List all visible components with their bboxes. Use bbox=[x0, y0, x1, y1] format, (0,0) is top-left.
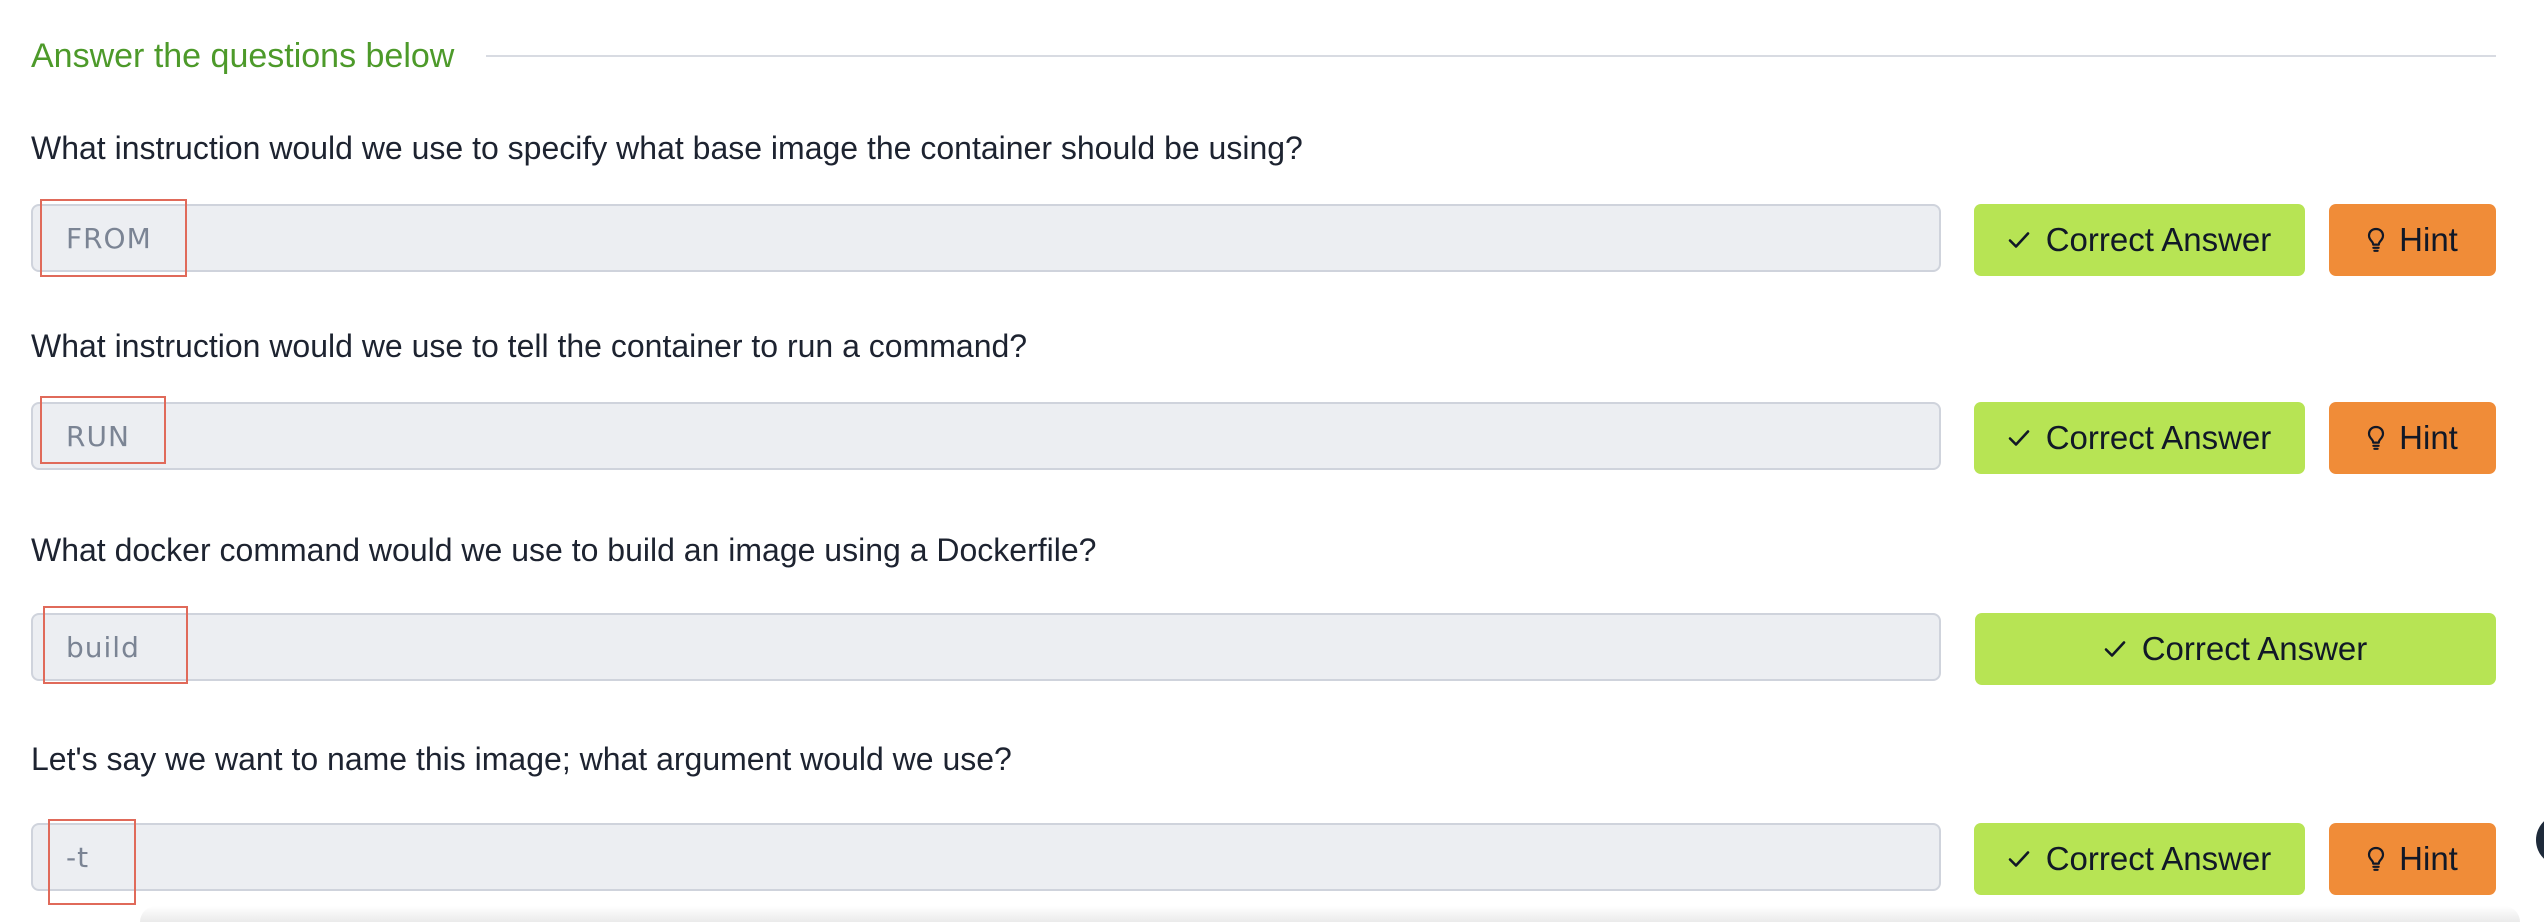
question-1: What instruction would we use to specify… bbox=[31, 126, 2496, 170]
question-text: What instruction would we use to specify… bbox=[31, 130, 1303, 166]
answer-row-1: Correct Answer Hint bbox=[31, 199, 2496, 277]
question-3: What docker command would we use to buil… bbox=[31, 528, 2496, 572]
question-4: Let's say we want to name this image; wh… bbox=[31, 737, 2496, 781]
hint-button[interactable]: Hint bbox=[2329, 823, 2496, 895]
question-text: What docker command would we use to buil… bbox=[31, 532, 1097, 568]
hint-label: Hint bbox=[2399, 221, 2458, 258]
correct-answer-button[interactable]: Correct Answer bbox=[1974, 823, 2305, 895]
correct-answer-label: Correct Answer bbox=[2141, 630, 2368, 667]
check-icon bbox=[2008, 850, 2030, 868]
lightbulb-icon bbox=[2367, 227, 2385, 253]
correct-answer-label: Correct Answer bbox=[2045, 221, 2272, 258]
answer-row-3: Correct Answer bbox=[31, 606, 2496, 685]
answer-row-4: Correct Answer Hint bbox=[31, 819, 2496, 905]
check-icon bbox=[2104, 640, 2126, 658]
lightbulb-icon bbox=[2367, 846, 2385, 872]
answer-input[interactable] bbox=[31, 613, 1941, 681]
question-2: What instruction would we use to tell th… bbox=[31, 324, 2496, 368]
answer-input[interactable] bbox=[31, 402, 1941, 470]
correct-answer-label: Correct Answer bbox=[2045, 419, 2272, 456]
question-text: Let's say we want to name this image; wh… bbox=[31, 741, 1012, 777]
answer-input[interactable] bbox=[31, 823, 1941, 891]
floating-action-button[interactable] bbox=[2536, 814, 2544, 866]
hint-label: Hint bbox=[2399, 419, 2458, 456]
lightbulb-icon bbox=[2367, 425, 2385, 451]
check-icon bbox=[2008, 231, 2030, 249]
question-text: What instruction would we use to tell th… bbox=[31, 328, 1028, 364]
correct-answer-button[interactable]: Correct Answer bbox=[1974, 204, 2305, 276]
check-icon bbox=[2008, 429, 2030, 447]
correct-answer-button[interactable]: Correct Answer bbox=[1974, 402, 2305, 474]
bottom-panel-shadow bbox=[140, 906, 2520, 922]
hint-button[interactable]: Hint bbox=[2329, 204, 2496, 276]
section-divider bbox=[486, 55, 2496, 57]
correct-answer-label: Correct Answer bbox=[2045, 840, 2272, 877]
hint-button[interactable]: Hint bbox=[2329, 402, 2496, 474]
answer-input[interactable] bbox=[31, 204, 1941, 272]
correct-answer-button[interactable]: Correct Answer bbox=[1975, 613, 2496, 685]
section-header: Answer the questions below bbox=[31, 30, 2496, 82]
answer-row-2: Correct Answer Hint bbox=[31, 396, 2496, 474]
section-title: Answer the questions below bbox=[31, 36, 455, 75]
hint-label: Hint bbox=[2399, 840, 2458, 877]
task-questions-panel: Answer the questions below What instruct… bbox=[31, 0, 2496, 922]
